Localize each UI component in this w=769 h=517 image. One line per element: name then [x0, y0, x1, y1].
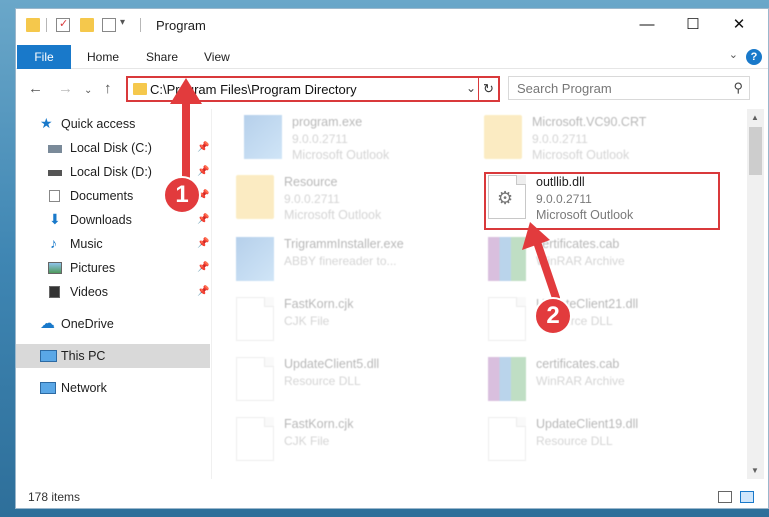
step-2-badge: 2: [534, 297, 572, 335]
annotation-overlay: [170, 78, 560, 302]
arrow-2: [522, 222, 560, 302]
step-1-badge: 1: [163, 176, 201, 214]
arrow-1: [170, 78, 202, 182]
